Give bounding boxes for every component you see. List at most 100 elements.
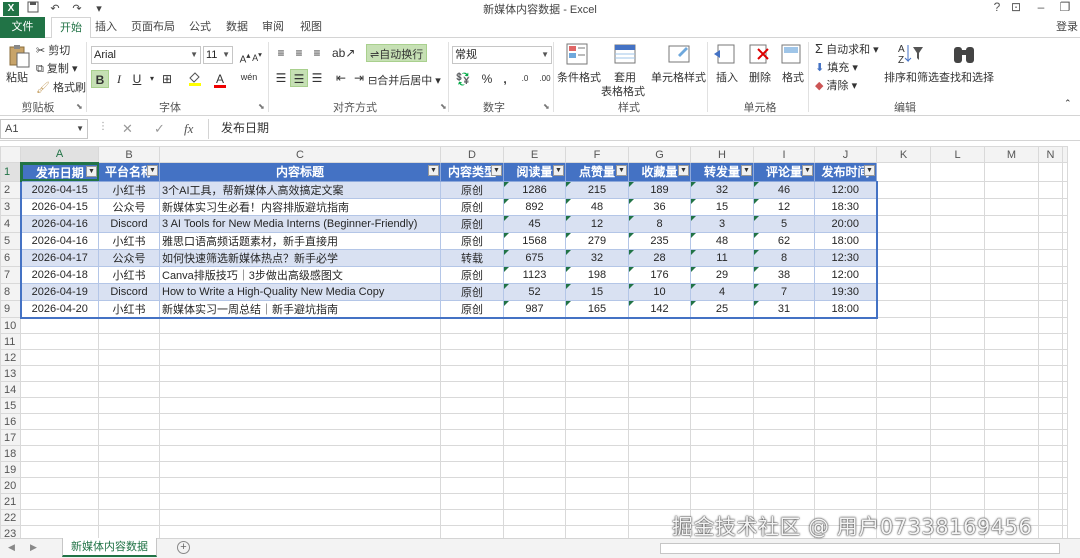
- table-cell[interactable]: 18:00: [814, 299, 878, 319]
- minimize-icon[interactable]: –: [1030, 0, 1052, 14]
- empty-cell[interactable]: [876, 317, 931, 334]
- empty-cell[interactable]: [628, 317, 691, 334]
- column-header[interactable]: L: [930, 146, 985, 163]
- table-cell[interactable]: 公众号: [98, 197, 160, 216]
- column-header[interactable]: I: [753, 146, 815, 163]
- empty-cell[interactable]: [814, 317, 877, 334]
- empty-cell[interactable]: [1038, 282, 1063, 301]
- table-cell[interactable]: 29: [690, 265, 754, 284]
- decrease-decimal-button[interactable]: .00: [536, 70, 554, 88]
- empty-cell[interactable]: [753, 381, 815, 398]
- empty-cell[interactable]: [503, 381, 566, 398]
- empty-cell[interactable]: [503, 397, 566, 414]
- empty-cell[interactable]: [876, 282, 931, 301]
- row-header[interactable]: 2: [0, 180, 21, 199]
- align-middle-icon[interactable]: ≡: [290, 44, 308, 62]
- row-header[interactable]: 16: [0, 413, 21, 430]
- table-cell[interactable]: 52: [503, 282, 566, 301]
- table-cell[interactable]: 176: [628, 265, 691, 284]
- tab-file[interactable]: 文件: [0, 17, 45, 38]
- empty-cell[interactable]: [984, 365, 1039, 382]
- empty-cell[interactable]: [1062, 180, 1068, 199]
- table-cell[interactable]: 原创: [440, 282, 504, 301]
- table-header-cell[interactable]: 转发量 ▼: [690, 162, 754, 182]
- empty-cell[interactable]: [753, 397, 815, 414]
- empty-cell[interactable]: [1038, 248, 1063, 267]
- empty-cell[interactable]: [1062, 365, 1068, 382]
- empty-cell[interactable]: [1038, 265, 1063, 284]
- empty-cell[interactable]: [1062, 413, 1068, 430]
- empty-cell[interactable]: [1038, 397, 1063, 414]
- empty-cell[interactable]: [876, 231, 931, 250]
- empty-cell[interactable]: [1062, 265, 1068, 284]
- empty-cell[interactable]: [930, 248, 985, 267]
- font-launcher-icon[interactable]: ⬊: [258, 102, 265, 111]
- empty-cell[interactable]: [984, 413, 1039, 430]
- empty-cell[interactable]: [565, 333, 629, 350]
- filter-dropdown-icon[interactable]: ▼: [678, 165, 689, 176]
- empty-cell[interactable]: [628, 445, 691, 462]
- empty-cell[interactable]: [628, 477, 691, 494]
- cell-styles-button[interactable]: 单元格样式: [651, 69, 706, 85]
- empty-cell[interactable]: [753, 333, 815, 350]
- empty-cell[interactable]: [20, 349, 99, 366]
- empty-cell[interactable]: [984, 231, 1039, 250]
- empty-cell[interactable]: [440, 525, 504, 538]
- align-top-icon[interactable]: ≡: [272, 44, 290, 62]
- column-header[interactable]: G: [628, 146, 691, 163]
- empty-cell[interactable]: [565, 493, 629, 510]
- autosum-button[interactable]: Σ 自动求和 ▾: [815, 41, 879, 57]
- empty-cell[interactable]: [1062, 445, 1068, 462]
- empty-cell[interactable]: [690, 493, 754, 510]
- empty-cell[interactable]: [930, 214, 985, 233]
- empty-cell[interactable]: [1062, 299, 1068, 318]
- empty-cell[interactable]: [565, 381, 629, 398]
- empty-cell[interactable]: [440, 477, 504, 494]
- empty-cell[interactable]: [876, 333, 931, 350]
- table-cell[interactable]: 142: [628, 299, 691, 319]
- table-cell[interactable]: 12:30: [814, 248, 878, 267]
- table-cell[interactable]: 原创: [440, 265, 504, 284]
- empty-cell[interactable]: [814, 429, 877, 446]
- table-cell[interactable]: 189: [628, 180, 691, 199]
- empty-cell[interactable]: [814, 365, 877, 382]
- tab-data[interactable]: 数据: [222, 17, 252, 38]
- row-header[interactable]: 9: [0, 299, 21, 318]
- empty-cell[interactable]: [876, 397, 931, 414]
- table-cell[interactable]: 2026-04-16: [19, 231, 99, 250]
- empty-cell[interactable]: [503, 333, 566, 350]
- row-header[interactable]: 5: [0, 231, 21, 250]
- filter-dropdown-icon[interactable]: ▼: [147, 165, 158, 176]
- row-header[interactable]: 17: [0, 429, 21, 446]
- empty-cell[interactable]: [930, 381, 985, 398]
- table-header-cell[interactable]: 点赞量 ▼: [565, 162, 629, 182]
- empty-cell[interactable]: [503, 317, 566, 334]
- empty-cell[interactable]: [690, 349, 754, 366]
- empty-cell[interactable]: [20, 445, 99, 462]
- empty-cell[interactable]: [984, 397, 1039, 414]
- empty-cell[interactable]: [690, 429, 754, 446]
- login-link[interactable]: 登录: [1056, 17, 1078, 38]
- empty-cell[interactable]: [1038, 509, 1063, 526]
- empty-cell[interactable]: [98, 493, 160, 510]
- borders-icon[interactable]: ⊞: [158, 70, 176, 88]
- empty-cell[interactable]: [876, 477, 931, 494]
- table-cell[interactable]: 165: [565, 299, 629, 319]
- row-header[interactable]: 4: [0, 214, 21, 233]
- table-cell[interactable]: 235: [628, 231, 691, 250]
- empty-cell[interactable]: [20, 477, 99, 494]
- empty-cell[interactable]: [565, 525, 629, 538]
- table-cell[interactable]: 小红书: [98, 180, 160, 199]
- empty-cell[interactable]: [565, 509, 629, 526]
- table-header-cell[interactable]: 发布时间 ▼: [814, 162, 877, 182]
- empty-cell[interactable]: [503, 461, 566, 478]
- empty-cell[interactable]: [159, 413, 441, 430]
- undo-icon[interactable]: ↶: [47, 2, 63, 15]
- empty-cell[interactable]: [984, 317, 1039, 334]
- worksheet-grid[interactable]: ABCDEFGHIJKLMN 1 发布日期 ▼ 平台名称 ▼ 内容标题 ▼ 内容类型 ▼ 阅读量 ▼…: [0, 146, 1080, 538]
- empty-cell[interactable]: [1038, 429, 1063, 446]
- empty-cell[interactable]: [1062, 525, 1068, 538]
- column-header[interactable]: J: [814, 146, 877, 163]
- empty-cell[interactable]: [930, 461, 985, 478]
- table-header-cell[interactable]: 内容标题 ▼: [159, 162, 441, 182]
